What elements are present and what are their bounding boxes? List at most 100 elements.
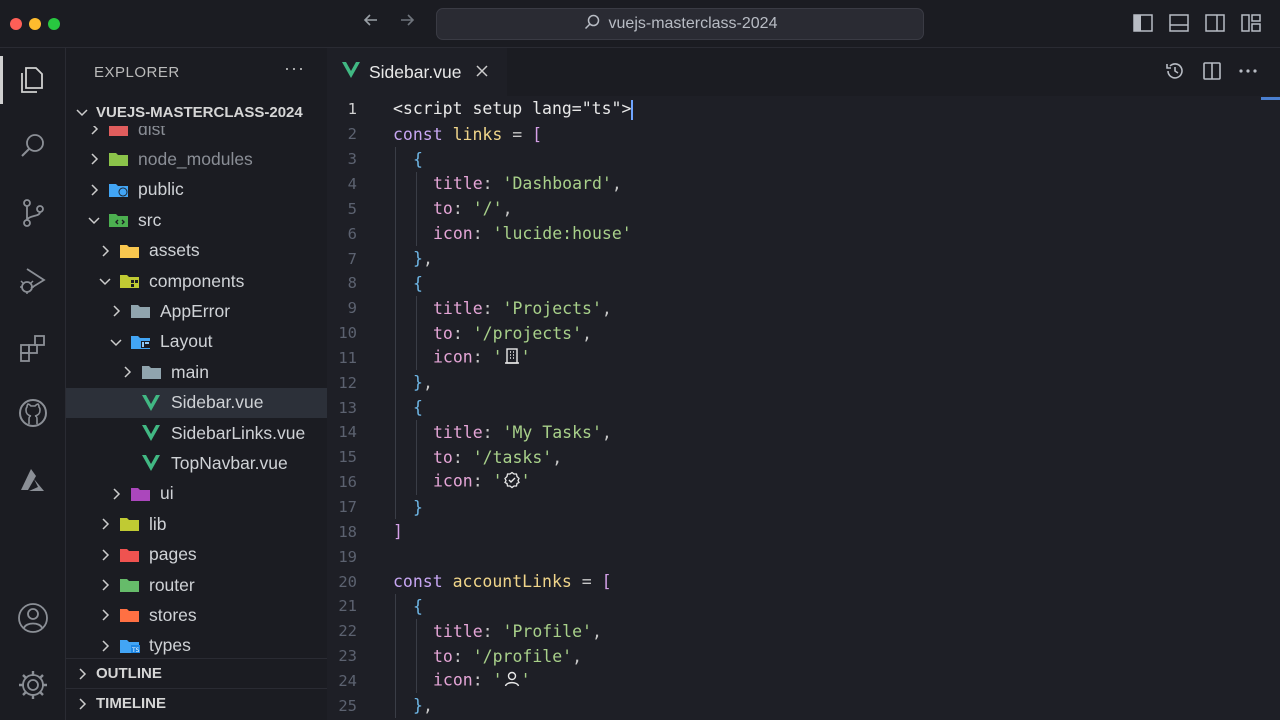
close-window-button[interactable] [10, 18, 22, 30]
explorer-more-actions-icon[interactable]: ··· [284, 58, 305, 79]
tree-item-dist[interactable]: dist [66, 126, 327, 144]
tree-item-pages[interactable]: pages [66, 540, 327, 570]
tree-item-public[interactable]: public [66, 175, 327, 205]
toggle-panel-icon[interactable] [1168, 12, 1192, 36]
timeline-section[interactable]: TIMELINE [66, 688, 327, 718]
minimize-window-button[interactable] [29, 18, 41, 30]
code-line[interactable]: 4 title: 'Dashboard', [327, 172, 1267, 197]
tree-item-components[interactable]: components [66, 266, 327, 296]
code-token: , [601, 298, 612, 318]
editor-area: Sidebar.vue 1 <script setup lang="ts"> 2 co… [327, 48, 1280, 720]
code-line[interactable]: 12}, [327, 370, 1267, 395]
code-line[interactable]: 9 title: 'Projects', [327, 296, 1267, 321]
line-number: 20 [338, 572, 357, 591]
tab-label: Sidebar.vue [369, 61, 462, 82]
tree-item-topnavbar-vue[interactable]: TopNavbar.vue [66, 448, 327, 478]
editor-tabs: Sidebar.vue [327, 48, 1280, 96]
code-token: } [413, 373, 423, 393]
more-actions-icon[interactable] [1237, 60, 1261, 84]
forward-arrow-icon[interactable] [393, 10, 421, 38]
tab-sidebar-vue[interactable]: Sidebar.vue [327, 48, 507, 96]
code-token: : [482, 298, 503, 318]
code-line[interactable]: 20 const accountLinks = [ [327, 569, 1267, 594]
search-activity-icon[interactable] [0, 116, 66, 176]
code-line[interactable]: 14 title: 'My Tasks', [327, 420, 1267, 445]
code-token: , [422, 373, 433, 393]
code-line[interactable]: 1 <script setup lang="ts"> [327, 97, 1267, 122]
code-token: [ [532, 124, 543, 144]
back-arrow-icon[interactable] [357, 10, 385, 38]
line-number: 10 [338, 324, 357, 343]
code-line[interactable]: 21 { [327, 594, 1267, 619]
code-token: : [472, 471, 493, 491]
close-tab-icon[interactable] [475, 62, 489, 83]
azure-icon[interactable] [0, 450, 66, 510]
code-line[interactable]: 16 icon: ' ' [327, 470, 1267, 495]
toggle-secondary-sidebar-icon[interactable] [1204, 12, 1228, 36]
explorer-activity-icon[interactable] [0, 50, 66, 110]
workspace-root[interactable]: VUEJS-MASTERCLASS-2024 [66, 98, 327, 126]
indent-guide [416, 171, 417, 247]
run-and-debug-icon[interactable] [0, 251, 66, 311]
code-line[interactable]: 15 to: '/tasks', [327, 445, 1267, 470]
extensions-icon[interactable] [0, 318, 66, 378]
tree-item-apperror[interactable]: AppError [66, 296, 327, 326]
code-line[interactable]: 11 icon: ' ' [327, 346, 1267, 371]
source-control-icon[interactable] [0, 183, 66, 243]
tree-item-src[interactable]: src [66, 205, 327, 235]
code-line[interactable]: 2 const links = [ [327, 122, 1267, 147]
code-token: links [452, 124, 503, 144]
line-number: 17 [338, 498, 357, 517]
explorer-title: EXPLORER [94, 64, 180, 81]
code-line[interactable]: 23 to: '/profile', [327, 644, 1267, 669]
split-editor-icon[interactable] [1201, 60, 1225, 84]
github-icon[interactable] [0, 383, 66, 443]
code-line[interactable]: 7}, [327, 246, 1267, 271]
tree-item-layout[interactable]: Layout [66, 327, 327, 357]
line-number: 13 [338, 398, 357, 417]
code-text: icon: ' ' [433, 471, 531, 493]
command-center-search[interactable]: vuejs-masterclass-2024 [436, 8, 924, 40]
workspace-root-label: VUEJS-MASTERCLASS-2024 [96, 103, 303, 121]
code-token: title [433, 621, 483, 641]
user-icon [503, 670, 521, 692]
tree-item-lib[interactable]: lib [66, 509, 327, 539]
vue-file-icon [141, 454, 163, 472]
code-line[interactable]: 17} [327, 495, 1267, 520]
tree-item-sidebar-vue[interactable]: Sidebar.vue [66, 387, 327, 418]
code-line[interactable]: 25}, [327, 693, 1267, 718]
code-line[interactable]: 13 { [327, 395, 1267, 420]
tree-item-main[interactable]: main [66, 357, 327, 387]
settings-gear-icon[interactable] [0, 655, 66, 715]
code-line[interactable]: 22 title: 'Profile', [327, 619, 1267, 644]
tree-item-node-modules[interactable]: node_modules [66, 144, 327, 174]
timeline-history-icon[interactable] [1164, 60, 1188, 84]
accounts-icon[interactable] [0, 588, 66, 648]
tree-item-router[interactable]: router [66, 570, 327, 600]
code-line[interactable]: 5 to: '/', [327, 196, 1267, 221]
code-line[interactable]: 24 icon: ' ' [327, 669, 1267, 694]
maximize-window-button[interactable] [48, 18, 60, 30]
customize-layout-icon[interactable] [1240, 12, 1264, 36]
activity-bar [0, 48, 66, 720]
code-line[interactable]: 10 to: '/projects', [327, 321, 1267, 346]
chevron-down-icon [86, 212, 102, 228]
tree-item-stores[interactable]: stores [66, 600, 327, 630]
tree-item-label: SidebarLinks.vue [171, 422, 306, 443]
code-line[interactable]: 18] [327, 519, 1267, 544]
toggle-primary-sidebar-icon[interactable] [1132, 12, 1156, 36]
tree-item-assets[interactable]: assets [66, 236, 327, 266]
code-text: { [413, 398, 423, 417]
tree-item-sidebarlinks-vue[interactable]: SidebarLinks.vue [66, 418, 327, 448]
line-number: 25 [338, 696, 357, 715]
outline-section[interactable]: OUTLINE [66, 658, 327, 688]
code-line[interactable]: 6 icon: 'lucide:house' [327, 221, 1267, 246]
code-editor[interactable]: 1 <script setup lang="ts"> 2 const links = … [327, 96, 1280, 720]
tree-item-types[interactable]: TS types [66, 631, 327, 659]
code-line[interactable]: 3{ [327, 147, 1267, 172]
code-token: 'Projects' [502, 298, 602, 318]
tree-item-ui[interactable]: ui [66, 479, 327, 509]
code-line[interactable]: 8{ [327, 271, 1267, 296]
code-line[interactable]: 19 [327, 544, 1267, 569]
